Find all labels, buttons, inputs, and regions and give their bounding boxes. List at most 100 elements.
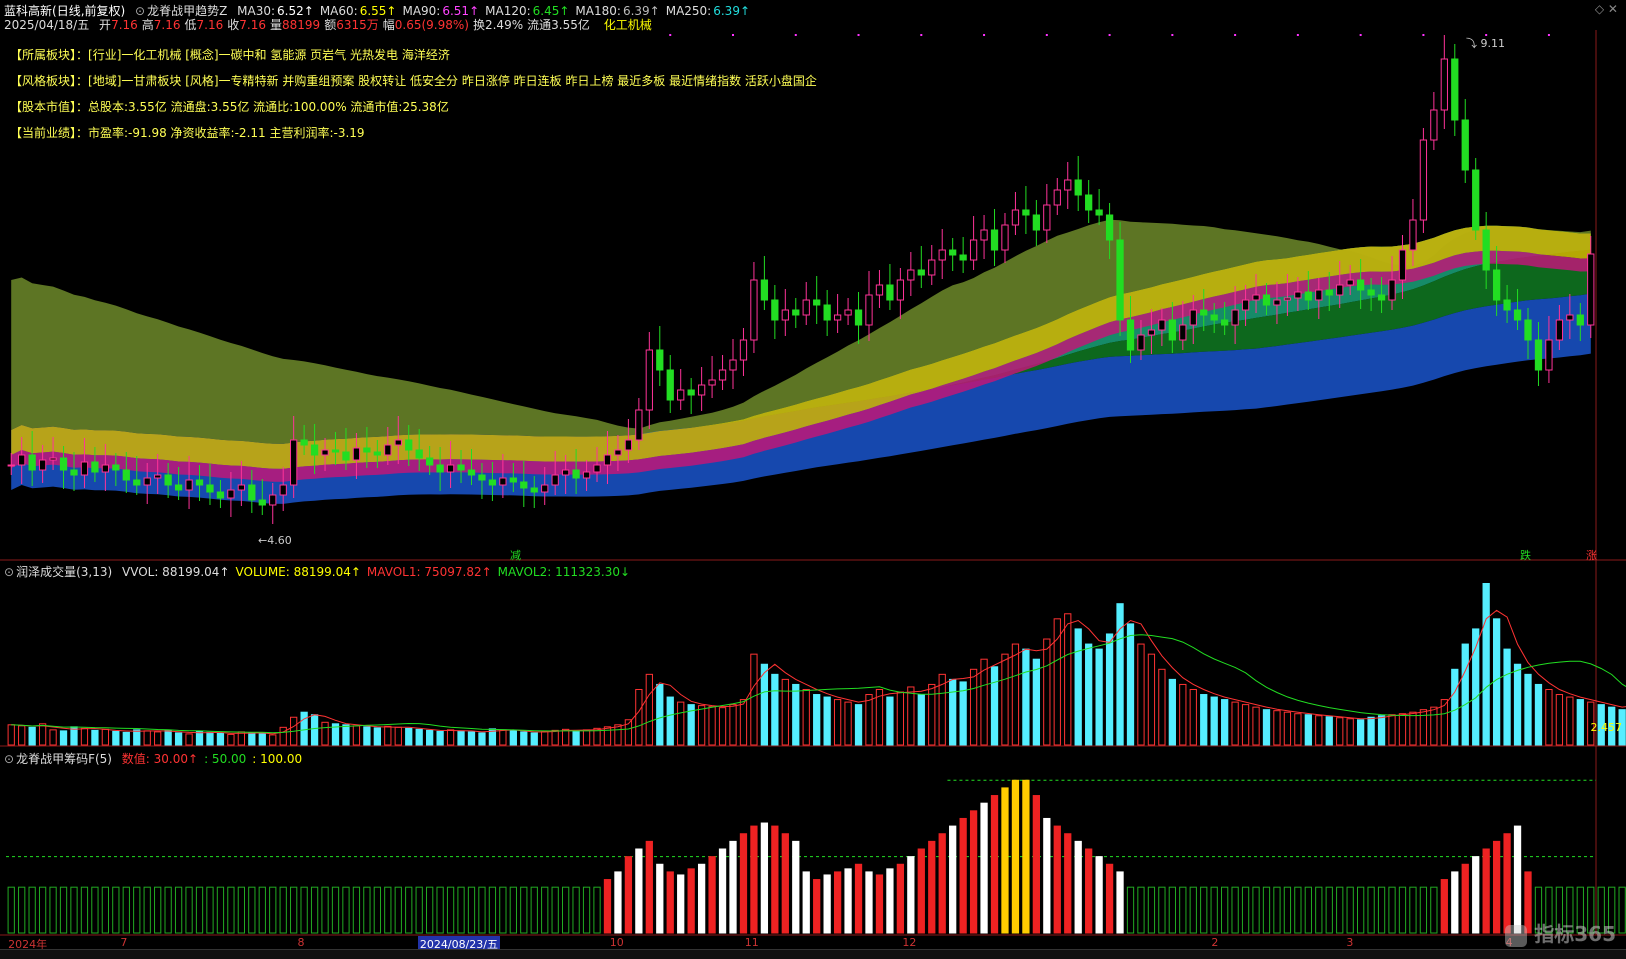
candle	[865, 271, 873, 341]
chip-bar	[509, 886, 517, 934]
signal-dot	[1422, 34, 1425, 36]
signal-marker-2: 跌	[1520, 549, 1531, 562]
sector-label[interactable]: 化工机械	[604, 18, 652, 32]
volume-bar	[1451, 668, 1459, 746]
volume-bar	[28, 726, 36, 746]
chip-bar	[875, 874, 884, 934]
chip-bar	[1367, 886, 1375, 934]
chip-bar	[101, 886, 110, 934]
volume-bar	[310, 714, 319, 746]
volume-bar	[708, 706, 716, 746]
info-line: 【股本市值】：总股本:3.55亿 流通盘:3.55亿 流通比:100.00% 流…	[10, 98, 449, 115]
candle	[886, 264, 894, 310]
window-controls[interactable]: ◇ ✕	[1595, 2, 1618, 16]
chip-bar	[1430, 886, 1438, 934]
info-key: 【所属板块】：	[10, 48, 89, 62]
candle	[990, 209, 999, 266]
candle	[750, 262, 758, 353]
volume-bar	[1179, 683, 1187, 746]
volume-bar	[164, 729, 172, 746]
volume-bar	[1367, 716, 1375, 746]
chip-bar	[886, 868, 894, 934]
chip-indicator-name[interactable]: 龙脊战甲筹码F(5)	[16, 752, 112, 766]
candle	[760, 256, 769, 310]
volume-bar	[1304, 714, 1312, 746]
chip-bar	[59, 886, 68, 934]
candle	[1451, 44, 1459, 136]
chip-bar	[582, 886, 591, 934]
candle	[1032, 200, 1040, 246]
volume-bar	[321, 721, 329, 746]
quote-list: 开7.16 高7.16 低7.16 收7.16 量88199 额6315万 幅0.65(9.…	[99, 18, 594, 32]
time-axis-label: 12	[902, 936, 917, 949]
candle	[854, 292, 863, 344]
candle	[739, 328, 748, 376]
chip-bar	[1472, 856, 1480, 934]
volume-bar	[1545, 688, 1553, 746]
chip-bar	[1168, 886, 1176, 934]
volume-bar	[813, 694, 821, 746]
chip-bar	[1419, 886, 1428, 934]
volume-bars	[7, 583, 1626, 746]
chip-bar	[1064, 833, 1072, 934]
chip-bar	[708, 856, 716, 934]
chip-bar	[949, 825, 957, 934]
chip-bar	[551, 886, 559, 934]
quote-value: 3.55亿	[551, 18, 590, 32]
info-key: 【当前业绩】：	[10, 126, 89, 140]
chip-bar	[164, 886, 172, 934]
candle	[1001, 213, 1009, 263]
chip-bar	[729, 840, 737, 934]
chip-bar	[541, 886, 549, 934]
volume-bar	[551, 729, 559, 746]
chip-bar	[635, 848, 643, 934]
volume-indicator-name[interactable]: 润泽成交量(3,13)	[16, 565, 112, 579]
info-line: 【风格板块】：[地域]一甘肃板块 [风格]一专精特新 并购重组预案 股权转让 低…	[10, 72, 817, 89]
chip-bar	[1451, 871, 1459, 934]
volume-bar	[300, 711, 308, 746]
chip-bar	[321, 886, 329, 934]
volume-bar	[1043, 638, 1051, 746]
volume-bar	[1116, 603, 1124, 746]
signal-dot	[669, 34, 672, 36]
info-key: 【风格板块】：	[10, 74, 89, 88]
volume-bar	[1105, 633, 1114, 746]
volume-bar	[467, 731, 476, 746]
volume-bar	[279, 726, 287, 746]
info-key: 【股本市值】：	[10, 100, 89, 114]
candle	[792, 298, 800, 328]
chip-bar	[426, 886, 434, 934]
time-axis-label: 3	[1346, 936, 1354, 949]
volume-bar	[1325, 716, 1333, 746]
chip-bar	[593, 886, 601, 934]
volume-bar	[969, 668, 978, 746]
volume-bar	[582, 729, 591, 746]
chip-value-item: : 100.00	[252, 752, 303, 766]
volume-bar	[38, 723, 47, 746]
time-axis-label: 7	[120, 936, 128, 949]
chip-bar	[833, 871, 842, 934]
chip-bar	[792, 840, 800, 934]
chip-bar	[143, 886, 151, 934]
watermark-text: 指标365	[1534, 922, 1616, 946]
volume-bar	[1513, 663, 1522, 746]
chip-bar	[1074, 840, 1082, 934]
volume-bar	[1011, 643, 1020, 746]
chip-bar	[394, 886, 402, 934]
candle	[833, 294, 842, 333]
chip-bar	[80, 886, 89, 934]
volume-toggle-icon[interactable]: ⊙	[4, 565, 14, 579]
volume-bar	[446, 729, 455, 746]
chip-bar	[1158, 886, 1166, 934]
chip-toggle-icon[interactable]: ⊙	[4, 752, 14, 766]
chip-bar	[1252, 886, 1260, 934]
chip-bar	[1262, 886, 1271, 934]
chip-bar	[457, 886, 465, 934]
volume-bar	[562, 728, 570, 746]
chip-bar	[614, 871, 622, 934]
candle	[1074, 156, 1082, 211]
signal-dot	[1234, 34, 1237, 36]
volume-right-value: 2.457	[1590, 721, 1623, 734]
chip-bar	[269, 886, 277, 934]
chip-bar	[1179, 886, 1187, 934]
